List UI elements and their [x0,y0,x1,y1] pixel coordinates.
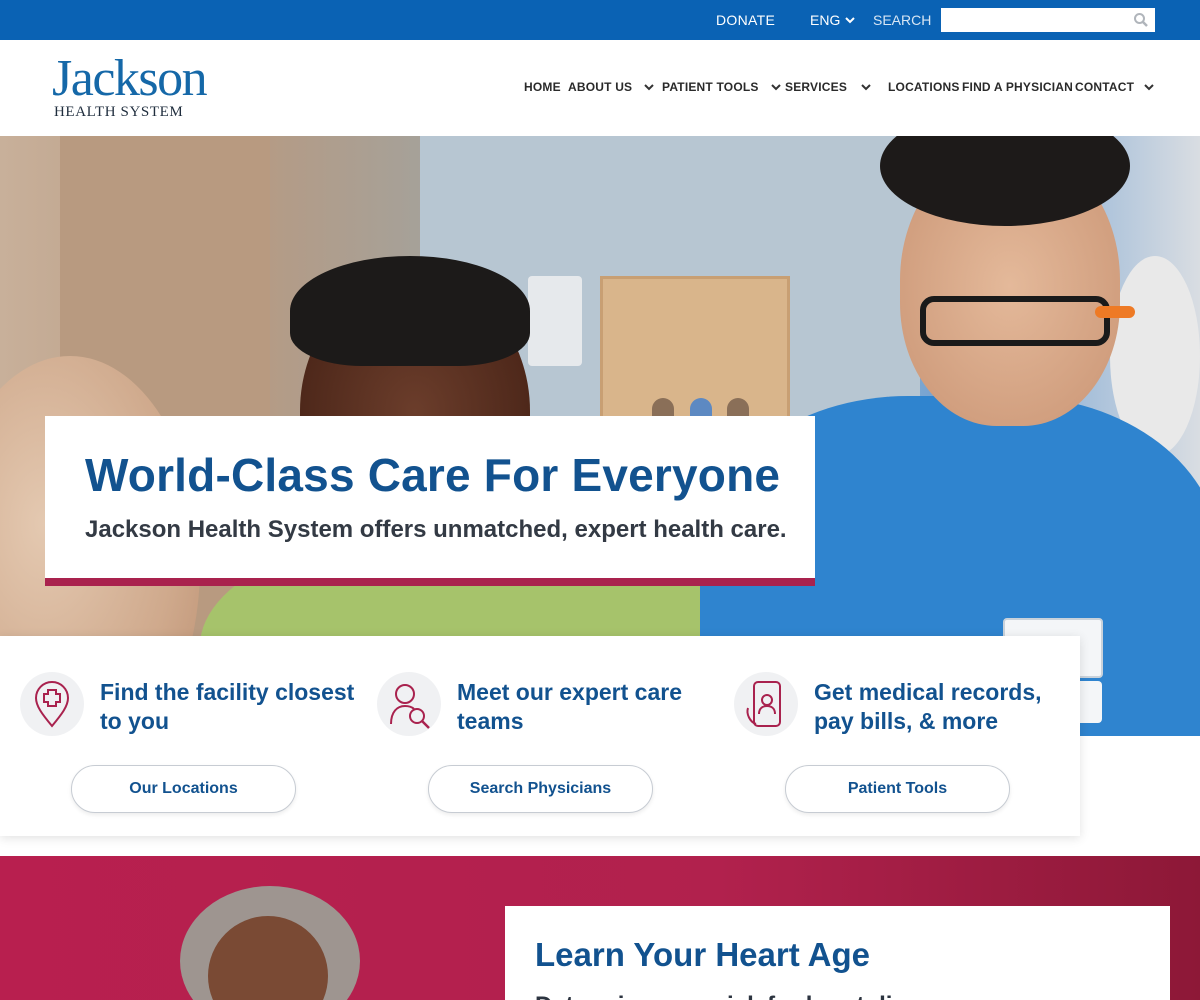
hero-title: World-Class Care For Everyone [85,449,781,501]
our-locations-button[interactable]: Our Locations [71,765,296,813]
hero-subtitle: Jackson Health System offers unmatched, … [85,516,787,543]
nav-services-label: SERVICES [785,80,848,94]
nav-locations-label: LOCATIONS [888,80,960,94]
quick-link-physicians: Meet our expert care teams Search Physic… [357,636,714,836]
main-header: Jackson HEALTH SYSTEM HOME ABOUT US PATI… [0,40,1200,136]
language-selector[interactable]: ENG [810,12,856,28]
nav-about-us[interactable]: ABOUT US [568,80,654,94]
nav-find-physician-label: FIND A PHYSICIAN [962,80,1073,94]
hero-card: World-Class Care For Everyone Jackson He… [45,416,815,586]
heart-age-title: Learn Your Heart Age [535,936,870,973]
search-input[interactable] [941,8,1121,32]
nav-services[interactable]: SERVICES [785,80,871,94]
quick-link-title: Find the facility closest to you [100,679,355,734]
mobile-records-icon [734,672,798,736]
heart-age-card: Learn Your Heart Age Determine your risk… [505,906,1170,1000]
search-box [941,8,1155,32]
chevron-down-icon [770,84,781,91]
chevron-down-icon [845,17,856,24]
heart-age-subtitle: Determine your risk for heart disease [535,992,959,1000]
nav-home-label: HOME [524,80,561,94]
quick-link-locations: Find the facility closest to you Our Loc… [0,636,357,836]
hero-photo-dispenser [528,276,582,366]
nav-patient-tools[interactable]: PATIENT TOOLS [662,80,781,94]
hero-photo-caregiver-cap [290,256,530,366]
heart-age-section: Learn Your Heart Age Determine your risk… [0,856,1200,1000]
chevron-down-icon [644,84,654,91]
nav-about-label: ABOUT US [568,80,633,94]
utility-bar: DONATE ENG SEARCH [0,0,1200,40]
search-label: SEARCH [873,12,932,28]
quick-link-patient-tools: Get medical records, pay bills, & more P… [714,636,1080,836]
quick-links-panel: Find the facility closest to you Our Loc… [0,636,1080,836]
search-physicians-button[interactable]: Search Physicians [428,765,653,813]
language-label: ENG [810,12,841,28]
nav-patient-tools-label: PATIENT TOOLS [662,80,759,94]
nav-locations[interactable]: LOCATIONS [888,80,960,94]
patient-tools-button[interactable]: Patient Tools [785,765,1010,813]
nav-contact[interactable]: CONTACT [1075,80,1154,94]
nav-find-physician[interactable]: FIND A PHYSICIAN [962,80,1073,94]
doctor-search-icon [377,672,441,736]
nav-contact-label: CONTACT [1075,80,1135,94]
donate-link[interactable]: DONATE [716,12,775,28]
quick-link-title: Meet our expert care teams [457,679,682,734]
nav-home[interactable]: HOME [524,80,561,94]
chevron-down-icon [861,84,871,91]
logo-wordmark: Jackson [52,50,208,107]
hero-photo-nurse-glasses [920,296,1110,346]
location-pin-cross-icon [20,672,84,736]
quick-link-title: Get medical records, pay bills, & more [814,679,1042,734]
search-icon[interactable] [1133,12,1149,28]
chevron-down-icon [1144,84,1154,91]
main-nav: HOME ABOUT US PATIENT TOOLS SERVICES LOC… [0,80,1200,96]
hero-photo-nurse-glasses-arm [1095,306,1135,318]
